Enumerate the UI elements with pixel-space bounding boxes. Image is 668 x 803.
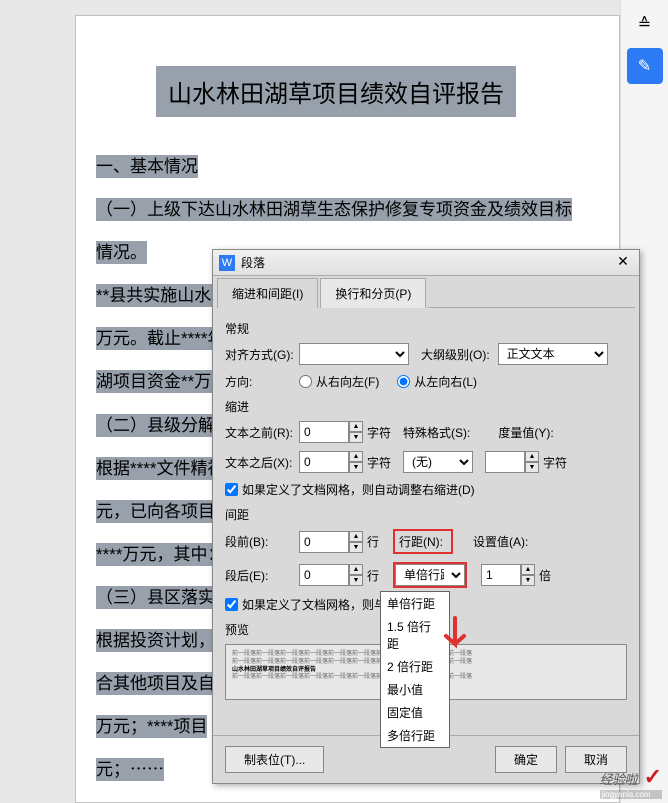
spin-down-icon[interactable]: ▼ — [521, 575, 535, 586]
doc-line: 万元；****项目 — [96, 715, 207, 738]
spin-up-icon[interactable]: ▲ — [349, 421, 363, 432]
grid-adjust-checkbox[interactable]: 如果定义了文档网格，则自动调整右缩进(D) — [225, 481, 475, 498]
doc-title: 山水林田湖草项目绩效自评报告 — [156, 66, 516, 117]
watermark: 经验啦 ✓ jingyanla.com — [600, 764, 662, 799]
spin-down-icon[interactable]: ▼ — [349, 462, 363, 473]
indent-before-label: 文本之前(R): — [225, 424, 295, 441]
indent-after-label: 文本之后(X): — [225, 454, 295, 471]
doc-line: 元；⋯⋯ — [96, 758, 164, 781]
doc-line: 情况。 — [96, 241, 147, 264]
spin-down-icon[interactable]: ▼ — [525, 462, 539, 473]
section-spacing: 间距 — [225, 506, 627, 523]
alignment-label: 对齐方式(G): — [225, 346, 295, 363]
doc-line: ****万元，其中： — [96, 543, 224, 566]
spin-down-icon[interactable]: ▼ — [349, 542, 363, 553]
dialog-titlebar: W 段落 ✕ — [213, 250, 639, 276]
indent-after-input[interactable] — [299, 451, 349, 473]
outline-label: 大纲级别(O): — [421, 346, 490, 363]
spin-down-icon[interactable]: ▼ — [349, 432, 363, 443]
doc-line: 湖项目资金**万元 — [96, 370, 228, 393]
doc-line: 万元。截止****年 — [96, 327, 224, 350]
outline-select[interactable]: 正文文本 — [498, 343, 608, 365]
dropdown-item[interactable]: 固定值 — [381, 701, 449, 724]
app-icon: W — [219, 255, 235, 271]
spin-down-icon[interactable]: ▼ — [349, 575, 363, 586]
special-label: 特殊格式(S): — [403, 424, 470, 441]
indent-before-input[interactable] — [299, 421, 349, 443]
dropdown-item[interactable]: 1.5 倍行距 — [381, 615, 449, 655]
doc-line: 一、基本情况 — [96, 155, 198, 178]
line-spacing-dropdown: 单倍行距 1.5 倍行距 2 倍行距 最小值 固定值 多倍行距 — [380, 591, 450, 748]
doc-line: **县共实施山水林 — [96, 284, 228, 307]
tab-line-page-break[interactable]: 换行和分页(P) — [320, 278, 426, 308]
spin-up-icon[interactable]: ▲ — [349, 531, 363, 542]
spin-up-icon[interactable]: ▲ — [349, 564, 363, 575]
space-after-input[interactable] — [299, 564, 349, 586]
line-spacing-select[interactable]: 单倍行距 — [395, 564, 465, 586]
dialog-tabs: 缩进和间距(I) 换行和分页(P) — [213, 276, 639, 308]
spin-up-icon[interactable]: ▲ — [521, 564, 535, 575]
tab-indent-spacing[interactable]: 缩进和间距(I) — [217, 278, 318, 308]
alignment-select[interactable] — [299, 343, 409, 365]
spin-up-icon[interactable]: ▲ — [525, 451, 539, 462]
ok-button[interactable]: 确定 — [495, 746, 557, 773]
measure-label: 度量值(Y): — [498, 424, 553, 441]
sidebar-edit-icon[interactable]: ✎ — [627, 48, 663, 84]
dropdown-item[interactable]: 单倍行距 — [381, 592, 449, 615]
close-icon[interactable]: ✕ — [613, 253, 633, 273]
line-spacing-label: 行距(N): — [399, 535, 443, 549]
doc-line: （一）上级下达山水林田湖草生态保护修复专项资金及绩效目标 — [96, 198, 572, 221]
check-icon: ✓ — [644, 764, 662, 789]
dialog-title: 段落 — [241, 254, 613, 271]
doc-line: 根据****文件精神 — [96, 457, 224, 480]
tab-stops-button[interactable]: 制表位(T)... — [225, 746, 324, 773]
space-before-label: 段前(B): — [225, 533, 295, 550]
dropdown-item[interactable]: 最小值 — [381, 678, 449, 701]
space-after-label: 段后(E): — [225, 567, 295, 584]
sidebar-tool-icon[interactable]: ≙ — [627, 6, 663, 42]
measure-input[interactable] — [485, 451, 525, 473]
section-general: 常规 — [225, 320, 627, 337]
space-before-input[interactable] — [299, 531, 349, 553]
set-value-input[interactable] — [481, 564, 521, 586]
dir-rtl-radio[interactable]: 从右向左(F) — [299, 373, 379, 390]
dropdown-item[interactable]: 2 倍行距 — [381, 655, 449, 678]
special-format-select[interactable]: (无) — [403, 451, 473, 473]
direction-label: 方向: — [225, 373, 295, 390]
set-value-label: 设置值(A): — [473, 533, 528, 550]
dropdown-item[interactable]: 多倍行距 — [381, 724, 449, 747]
section-indent: 缩进 — [225, 398, 627, 415]
dir-ltr-radio[interactable]: 从左向右(L) — [397, 373, 477, 390]
spin-up-icon[interactable]: ▲ — [349, 451, 363, 462]
